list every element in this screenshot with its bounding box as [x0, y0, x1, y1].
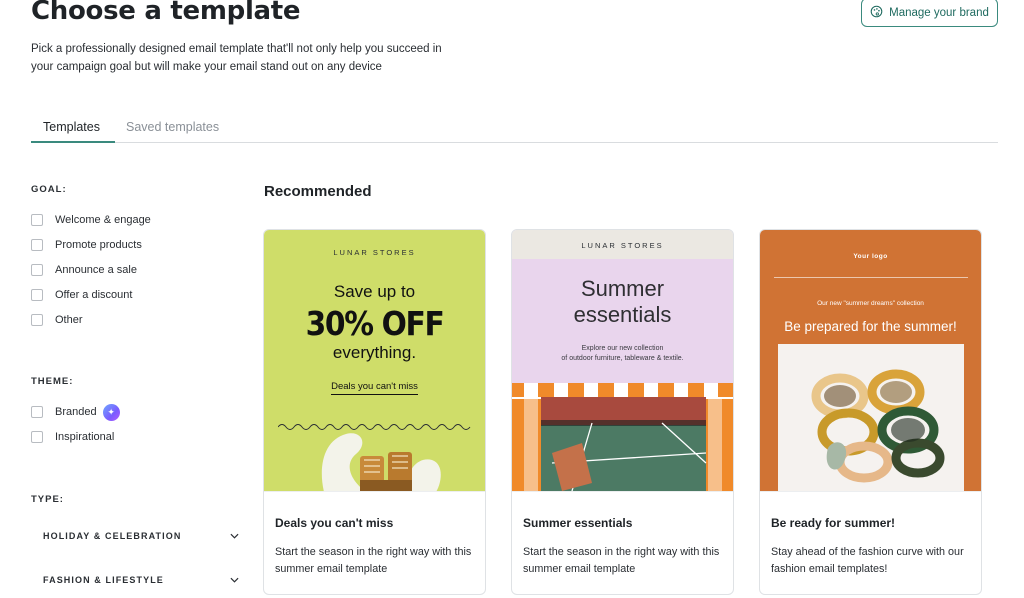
palette-icon — [870, 5, 883, 21]
preview-subtext: Explore our new collection of outdoor fu… — [561, 345, 684, 362]
template-card-be-ready[interactable]: Your logo Our new "summer dreams" collec… — [759, 229, 982, 595]
type-group-fashion[interactable]: FASHION & LIFESTYLE — [31, 573, 239, 587]
preview-headline: Be prepared for the summer! — [784, 319, 957, 334]
goal-option-discount[interactable]: Offer a discount — [31, 288, 132, 302]
chevron-down-icon — [230, 533, 239, 539]
sunglasses-image — [778, 344, 964, 491]
goal-option-sale[interactable]: Announce a sale — [31, 263, 137, 277]
template-description: Stay ahead of the fashion curve with our… — [771, 546, 964, 575]
preview-line: everything. — [332, 343, 417, 362]
template-preview: LUNAR STORES Save up to 30% OFF everythi… — [264, 230, 485, 491]
theme-option-inspirational[interactable]: Inspirational — [31, 430, 114, 444]
manage-brand-button[interactable]: Manage your brand — [861, 0, 998, 27]
template-description: Start the season in the right way with t… — [523, 546, 720, 575]
preview-divider — [774, 277, 968, 278]
template-preview: Your logo Our new "summer dreams" collec… — [760, 230, 981, 491]
sparkle-icon: ✦ — [102, 403, 120, 421]
goal-option-promote[interactable]: Promote products — [31, 238, 142, 252]
preview-headline: Summer essentials — [573, 276, 672, 327]
page-subtitle: Pick a professionally designed email tem… — [31, 43, 442, 73]
template-preview: LUNAR STORES Summer essentials Explore o… — [512, 230, 733, 491]
checkbox[interactable] — [31, 431, 43, 443]
goal-option-label: Welcome & engage — [55, 214, 151, 226]
tab-templates[interactable]: Templates — [43, 120, 100, 134]
goal-option-label: Other — [55, 314, 83, 326]
template-title: Summer essentials — [523, 516, 633, 530]
theme-option-label: Branded — [55, 406, 97, 418]
theme-option-label: Inspirational — [55, 431, 115, 443]
type-group-holiday[interactable]: HOLIDAY & CELEBRATION — [31, 529, 239, 543]
recommended-heading: Recommended — [264, 183, 372, 200]
preview-logo-placeholder: Your logo — [853, 253, 888, 260]
checkbox[interactable] — [31, 289, 43, 301]
theme-option-branded[interactable]: Branded ✦ — [31, 403, 120, 421]
goal-option-label: Promote products — [55, 239, 142, 251]
goal-option-other[interactable]: Other — [31, 313, 83, 327]
page-title: Choose a template — [31, 0, 301, 26]
template-card-summer-essentials[interactable]: LUNAR STORES Summer essentials Explore o… — [511, 229, 734, 595]
preview-link: Deals you can't miss — [264, 381, 485, 395]
goal-option-welcome[interactable]: Welcome & engage — [31, 213, 151, 227]
theme-heading: THEME: — [31, 376, 74, 387]
preview-store-name: LUNAR STORES — [333, 248, 416, 257]
type-group-label: HOLIDAY & CELEBRATION — [43, 531, 182, 541]
template-card-deals[interactable]: LUNAR STORES Save up to 30% OFF everythi… — [263, 229, 486, 595]
chevron-down-icon — [230, 577, 239, 583]
template-title: Be ready for summer! — [771, 516, 896, 530]
checkbox[interactable] — [31, 214, 43, 226]
template-info: Summer essentials Start the season in th… — [512, 491, 733, 594]
preview-headline: 30% OFF — [305, 304, 445, 343]
checkbox[interactable] — [31, 264, 43, 276]
checkbox[interactable] — [31, 406, 43, 418]
type-group-label: FASHION & LIFESTYLE — [43, 575, 164, 585]
type-heading: TYPE: — [31, 494, 64, 505]
goal-option-label: Offer a discount — [55, 289, 133, 301]
checkbox[interactable] — [31, 314, 43, 326]
template-title: Deals you can't miss — [275, 516, 394, 530]
tennis-court-image — [512, 383, 733, 491]
template-info: Be ready for summer! Stay ahead of the f… — [760, 491, 981, 594]
tab-saved-templates[interactable]: Saved templates — [126, 120, 219, 134]
checkbox[interactable] — [31, 239, 43, 251]
preview-line: Save up to — [333, 282, 416, 301]
manage-brand-label: Manage your brand — [889, 6, 989, 19]
preview-subtext: Our new "summer dreams" collection — [817, 300, 924, 307]
goal-heading: GOAL: — [31, 184, 67, 195]
goal-option-label: Announce a sale — [55, 264, 137, 276]
boots-image — [321, 433, 441, 491]
template-description: Start the season in the right way with t… — [275, 546, 472, 575]
active-tab-indicator — [31, 141, 115, 143]
preview-store-name: LUNAR STORES — [581, 241, 664, 250]
tab-bar: Templates Saved templates — [31, 116, 998, 143]
template-info: Deals you can't miss Start the season in… — [264, 491, 485, 594]
